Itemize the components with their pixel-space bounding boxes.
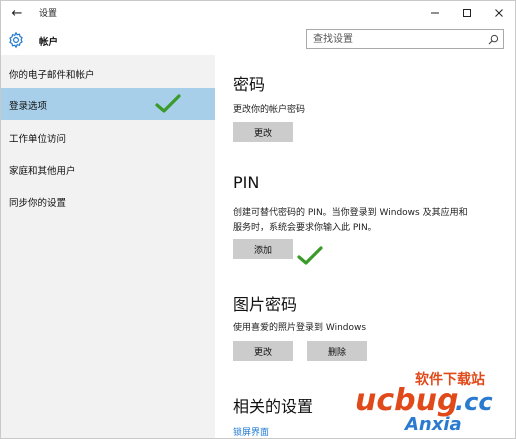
sidebar-item-email-accounts[interactable]: 你的电子邮件和帐户 <box>1 57 215 89</box>
app-title: 设置 <box>39 9 58 19</box>
watermark-sub: Anxia <box>403 414 462 435</box>
pin-description-line1: 创建可替代密码的 PIN。当你登录到 Windows 及其应用和 <box>233 208 468 218</box>
maximize-icon <box>463 9 471 17</box>
close-icon <box>495 9 503 17</box>
remove-picture-password-button[interactable]: 删除 <box>307 341 367 361</box>
checkmark-icon <box>297 246 323 265</box>
search-input[interactable] <box>313 32 473 46</box>
settings-header: 帐户 <box>1 25 515 55</box>
change-password-button[interactable]: 更改 <box>233 122 293 142</box>
sidebar: 你的电子邮件和帐户 登录选项 工作单位访问 家庭和其他用户 同步你的设置 <box>1 55 215 438</box>
related-settings-title: 相关的设置 <box>233 397 314 416</box>
window-controls <box>419 1 515 25</box>
sidebar-item-label: 工作单位访问 <box>9 134 67 145</box>
sidebar-item-sign-in-options[interactable]: 登录选项 <box>1 88 215 120</box>
picture-password-section-title: 图片密码 <box>233 295 298 314</box>
minimize-icon <box>431 12 439 14</box>
minimize-button[interactable] <box>419 1 451 25</box>
sidebar-item-family-users[interactable]: 家庭和其他用户 <box>1 153 215 185</box>
watermark-logo: 软件下载站 ucbug .cc Anxia <box>355 371 493 435</box>
search-icon[interactable] <box>488 34 499 45</box>
page-title: 帐户 <box>39 37 59 48</box>
search-box[interactable] <box>306 29 504 49</box>
sidebar-item-label: 登录选项 <box>9 101 48 112</box>
pin-section-title: PIN <box>233 173 260 192</box>
sidebar-item-sync-settings[interactable]: 同步你的设置 <box>1 185 215 217</box>
settings-window: ← 设置 帐户 查找设置 你的电子邮件和帐户 登录选项 工作单位访问 家庭和其他… <box>0 0 516 439</box>
back-button[interactable]: ← <box>7 3 27 23</box>
site-watermark: 软件下载站 ucbug .cc Anxia <box>355 364 515 438</box>
gear-icon <box>9 31 23 49</box>
change-picture-password-button[interactable]: 更改 <box>233 341 293 361</box>
watermark-brand: ucbug <box>355 383 458 418</box>
sidebar-item-work-access[interactable]: 工作单位访问 <box>1 121 215 153</box>
password-section-title: 密码 <box>233 75 266 94</box>
sidebar-item-label: 同步你的设置 <box>9 198 67 209</box>
add-pin-button[interactable]: 添加 <box>233 239 293 259</box>
title-bar: ← 设置 <box>1 1 515 25</box>
checkmark-icon <box>155 94 181 113</box>
password-description: 更改你的帐户密码 <box>233 105 306 115</box>
pin-description-line2: 服务时，系统会要求你输入此 PIN。 <box>233 223 377 233</box>
back-arrow-icon: ← <box>11 5 23 21</box>
maximize-button[interactable] <box>451 1 483 25</box>
watermark-domain: .cc <box>455 388 493 416</box>
sidebar-item-label: 家庭和其他用户 <box>9 166 76 177</box>
picture-password-description: 使用喜爱的照片登录到 Windows <box>233 323 367 333</box>
close-button[interactable] <box>483 1 515 25</box>
sidebar-item-label: 你的电子邮件和帐户 <box>9 70 95 81</box>
lock-screen-link[interactable]: 锁屏界面 <box>233 425 269 438</box>
